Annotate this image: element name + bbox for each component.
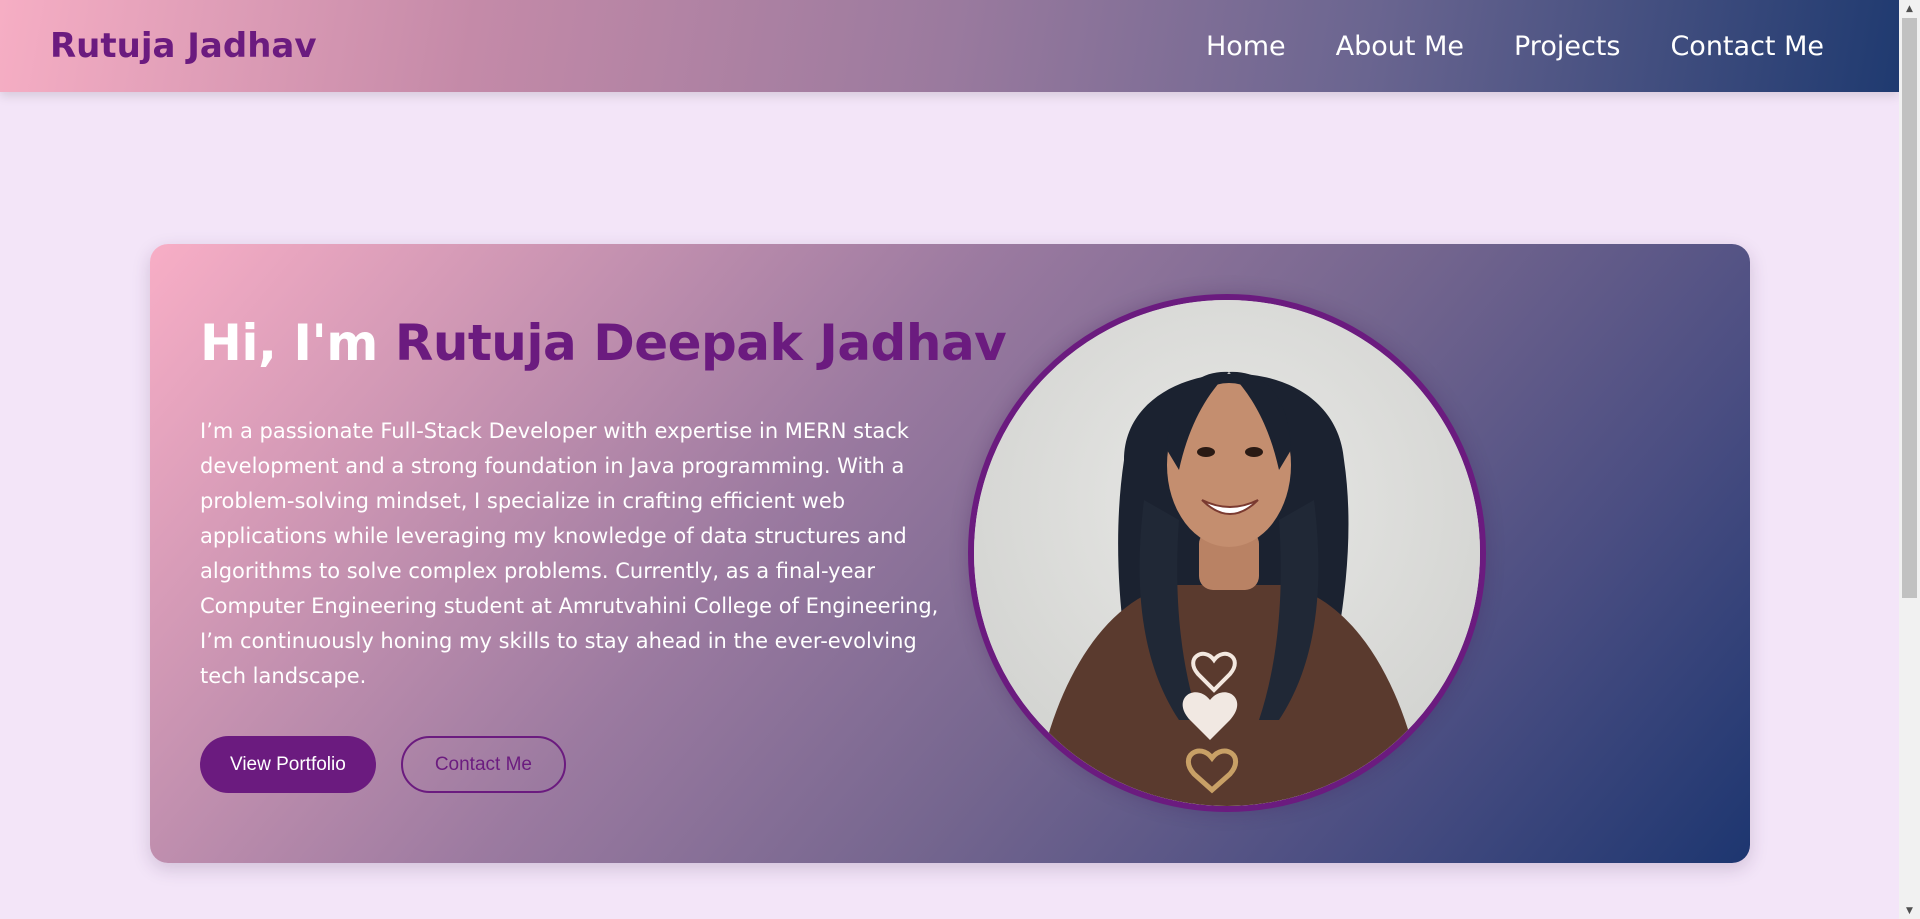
scroll-down-arrow-icon[interactable]: ▼ bbox=[1899, 902, 1920, 919]
hero-buttons: View Portfolio Contact Me bbox=[200, 736, 940, 793]
scrollbar-thumb[interactable] bbox=[1902, 18, 1917, 598]
hero-title: Hi, I'm Rutuja Deepak Jadhav bbox=[200, 314, 1007, 372]
hero-name: Rutuja Deepak Jadhav bbox=[394, 314, 1007, 372]
view-portfolio-button[interactable]: View Portfolio bbox=[200, 736, 376, 793]
hero-card: Hi, I'm Rutuja Deepak Jadhav I’m a passi… bbox=[150, 244, 1750, 863]
profile-photo bbox=[968, 294, 1486, 812]
nav-link-about-me[interactable]: About Me bbox=[1336, 31, 1464, 62]
hero-text: Hi, I'm Rutuja Deepak Jadhav I’m a passi… bbox=[200, 314, 1007, 793]
nav-link-home[interactable]: Home bbox=[1206, 31, 1286, 62]
hero-greeting: Hi, I'm bbox=[200, 314, 395, 372]
vertical-scrollbar[interactable]: ▲ ▼ bbox=[1899, 0, 1920, 919]
profile-photo-image bbox=[974, 300, 1480, 806]
contact-me-button[interactable]: Contact Me bbox=[400, 736, 566, 793]
navbar: Rutuja Jadhav Home About Me Projects Con… bbox=[0, 0, 1899, 92]
scroll-up-arrow-icon[interactable]: ▲ bbox=[1899, 0, 1920, 17]
nav-links: Home About Me Projects Contact Me bbox=[1206, 31, 1824, 62]
nav-link-projects[interactable]: Projects bbox=[1514, 31, 1620, 62]
hero-description: I’m a passionate Full-Stack Developer wi… bbox=[200, 419, 939, 688]
brand-logo[interactable]: Rutuja Jadhav bbox=[50, 26, 317, 66]
nav-link-contact-me[interactable]: Contact Me bbox=[1670, 31, 1824, 62]
